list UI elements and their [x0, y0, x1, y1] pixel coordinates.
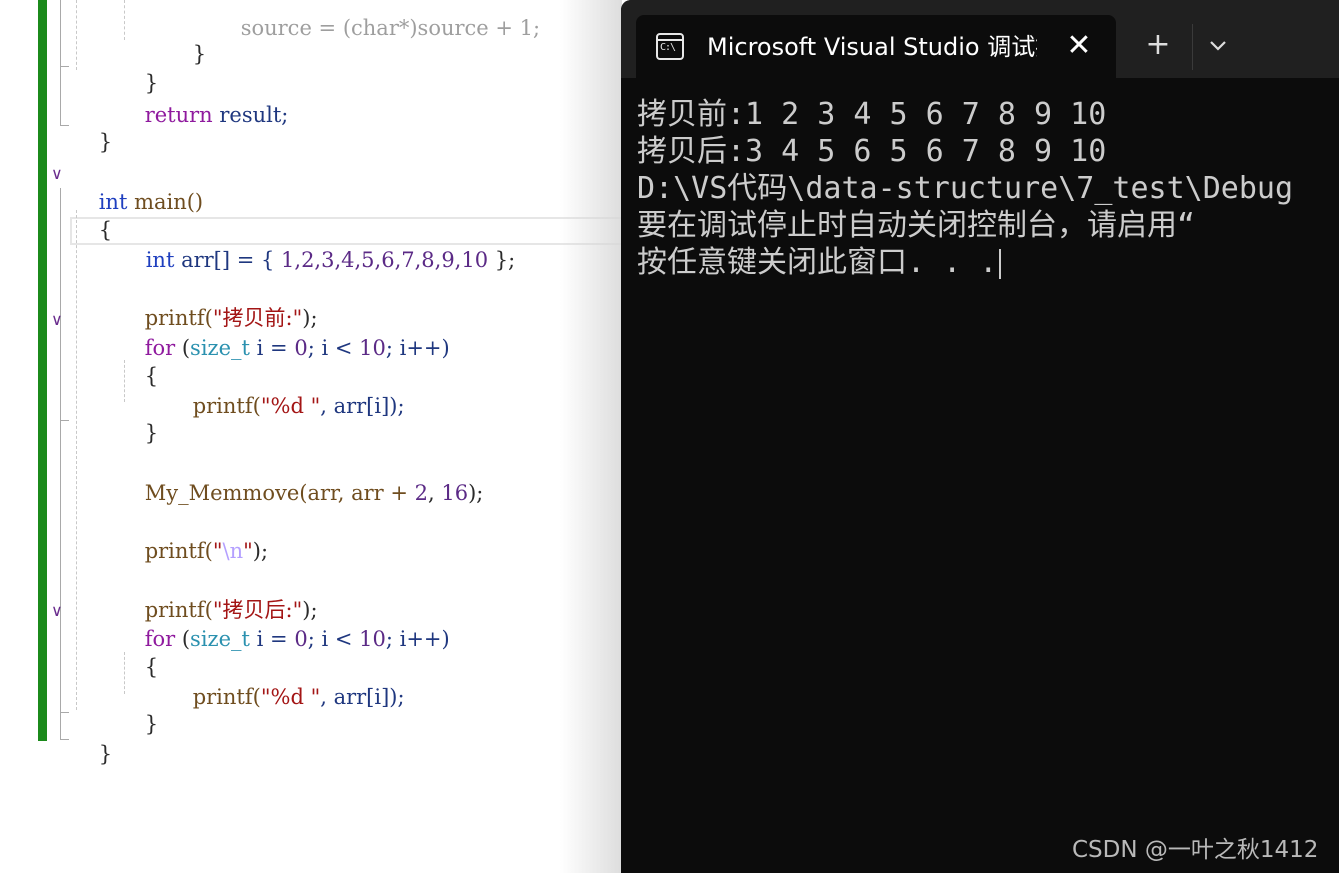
- collapse-chevron-icon[interactable]: ∨: [51, 165, 69, 183]
- console-line: 拷贝前:1 2 3 4 5 6 7 8 9 10: [637, 97, 1107, 132]
- function-call: My_Memmove(arr, arr +: [144, 481, 415, 505]
- type-name: size_t: [190, 336, 250, 360]
- number-literal: 10: [359, 627, 386, 651]
- change-indicator-bar: [38, 0, 47, 741]
- code-text: };: [488, 248, 516, 272]
- brace: {: [98, 218, 113, 242]
- tab-debug-console[interactable]: C:\ Microsoft Visual Studio 调试控制台 ✕: [636, 15, 1116, 78]
- code-text: );: [468, 481, 484, 505]
- code-text: ; i++): [385, 627, 450, 651]
- function-name: main(): [127, 190, 204, 214]
- scope-bracket: [60, 0, 69, 126]
- number-literal: 10: [359, 336, 386, 360]
- escape-sequence: \n: [222, 539, 244, 563]
- collapse-chevron-icon[interactable]: ∨: [51, 602, 69, 620]
- brace: }: [192, 42, 207, 66]
- code-text: ; i <: [307, 627, 360, 651]
- code-text: );: [252, 539, 269, 563]
- code-text: i =: [249, 336, 295, 360]
- watermark-text: CSDN @一叶之秋1412: [1072, 837, 1319, 863]
- chevron-down-icon[interactable]: [1205, 30, 1231, 60]
- new-tab-button[interactable]: +: [1143, 30, 1173, 60]
- scope-bracket: [60, 330, 69, 421]
- function-call: printf(: [144, 539, 213, 563]
- tab-title: Microsoft Visual Studio 调试控制台: [707, 33, 1037, 61]
- type-name: size_t: [190, 627, 250, 651]
- code-line[interactable]: printf("%d ", arr[i]);: [166, 364, 405, 448]
- code-text: source = (char*)source + 1;: [240, 16, 541, 40]
- code-text: ; i <: [307, 336, 360, 360]
- brace: }: [98, 742, 113, 766]
- scope-bracket: [60, 622, 69, 713]
- code-line[interactable]: }: [118, 682, 158, 766]
- window-shadow: [560, 0, 622, 873]
- code-text: ,: [428, 481, 442, 505]
- indent-guide: [76, 0, 77, 70]
- code-text: ; i++): [385, 336, 450, 360]
- code-line[interactable]: source = (char*)source + 1;: [214, 0, 540, 70]
- terminal-titlebar[interactable]: C:\ Microsoft Visual Studio 调试控制台 ✕ +: [621, 0, 1339, 78]
- string-quote: ": [212, 539, 223, 563]
- code-text: i =: [249, 627, 295, 651]
- number-literal: 0: [294, 627, 308, 651]
- console-line: 要在调试停止时自动关闭控制台，请启用“: [637, 208, 1196, 243]
- code-line[interactable]: }: [72, 712, 112, 796]
- function-call: printf(: [192, 394, 261, 418]
- code-line[interactable]: return result;: [118, 73, 289, 157]
- collapse-chevron-icon[interactable]: ∨: [51, 311, 69, 329]
- keyword-int: int: [145, 248, 175, 272]
- code-text: , arr[i]);: [320, 394, 405, 418]
- brace: }: [98, 130, 113, 154]
- terminal-icon: C:\: [656, 33, 684, 60]
- number-literals: 1,2,3,4,5,6,7,8,9,10: [281, 248, 489, 272]
- code-text: (: [175, 336, 191, 360]
- brace: }: [144, 421, 159, 445]
- code-line[interactable]: printf("%d ", arr[i]);: [166, 655, 405, 739]
- brace: {: [144, 364, 159, 388]
- code-text: result;: [212, 103, 289, 127]
- text-cursor: [999, 248, 1002, 279]
- function-call: printf(: [192, 685, 261, 709]
- number-literal: 16: [441, 481, 469, 505]
- string-quote: ": [243, 539, 253, 563]
- console-line: 拷贝后:3 4 5 6 5 6 7 8 9 10: [637, 134, 1107, 169]
- string-literal: "%d ": [260, 685, 321, 709]
- console-line-prompt: 按任意键关闭此窗口. . .: [637, 244, 1339, 281]
- code-editor[interactable]: ∨ ∨ ∨ source = (char*)source + 1; } } re…: [0, 0, 640, 873]
- code-text: (: [175, 627, 191, 651]
- titlebar-divider: [1192, 24, 1193, 70]
- keyword-return: return: [144, 103, 213, 127]
- close-icon[interactable]: ✕: [1064, 31, 1094, 61]
- debug-console-window[interactable]: C:\ Microsoft Visual Studio 调试控制台 ✕ + 拷贝…: [621, 0, 1339, 873]
- console-output[interactable]: 拷贝前:1 2 3 4 5 6 7 8 9 10 拷贝后:3 4 5 6 5 6…: [637, 96, 1339, 281]
- number-literal: 2: [414, 481, 429, 505]
- number-literal: 0: [294, 336, 308, 360]
- brace: {: [144, 655, 159, 679]
- indent-guide: [124, 0, 125, 40]
- code-text: , arr[i]);: [320, 685, 405, 709]
- brace: }: [144, 712, 159, 736]
- code-line[interactable]: {: [72, 188, 112, 272]
- string-literal: "%d ": [260, 394, 321, 418]
- indent-guide: [76, 210, 77, 710]
- console-line: 按任意键关闭此窗口. . .: [637, 245, 998, 280]
- console-line: D:\VS代码\data-structure\7_test\Debug: [637, 171, 1294, 206]
- code-text: arr[] = {: [174, 248, 282, 272]
